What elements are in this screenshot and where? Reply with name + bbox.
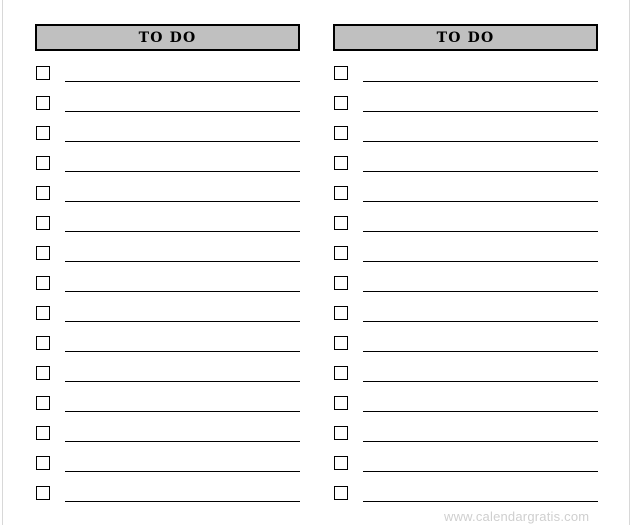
- task-row: [35, 186, 300, 216]
- task-row: [35, 66, 300, 96]
- task-write-line[interactable]: [363, 501, 598, 502]
- task-row: [333, 246, 598, 276]
- task-write-line[interactable]: [363, 381, 598, 382]
- column-title-left: TO DO: [138, 29, 197, 46]
- task-write-line[interactable]: [363, 141, 598, 142]
- task-write-line[interactable]: [65, 141, 300, 142]
- empty-checkbox-icon[interactable]: [36, 306, 50, 320]
- task-write-line[interactable]: [65, 501, 300, 502]
- task-write-line[interactable]: [363, 81, 598, 82]
- task-row: [333, 366, 598, 396]
- empty-checkbox-icon[interactable]: [334, 96, 348, 110]
- task-write-line[interactable]: [65, 471, 300, 472]
- task-row: [333, 396, 598, 426]
- empty-checkbox-icon[interactable]: [36, 456, 50, 470]
- empty-checkbox-icon[interactable]: [36, 426, 50, 440]
- empty-checkbox-icon[interactable]: [334, 306, 348, 320]
- task-write-line[interactable]: [363, 261, 598, 262]
- empty-checkbox-icon[interactable]: [334, 366, 348, 380]
- task-write-line[interactable]: [65, 291, 300, 292]
- column-header-right: TO DO: [333, 24, 598, 51]
- task-write-line[interactable]: [65, 81, 300, 82]
- task-write-line[interactable]: [363, 291, 598, 292]
- task-row: [333, 336, 598, 366]
- column-title-right: TO DO: [436, 29, 495, 46]
- task-write-line[interactable]: [363, 171, 598, 172]
- task-write-line[interactable]: [363, 441, 598, 442]
- empty-checkbox-icon[interactable]: [36, 366, 50, 380]
- task-list-left: [35, 66, 300, 516]
- todo-column-right: TO DO: [333, 24, 598, 502]
- task-write-line[interactable]: [65, 411, 300, 412]
- task-write-line[interactable]: [65, 111, 300, 112]
- empty-checkbox-icon[interactable]: [36, 126, 50, 140]
- task-row: [35, 156, 300, 186]
- empty-checkbox-icon[interactable]: [36, 66, 50, 80]
- empty-checkbox-icon[interactable]: [334, 456, 348, 470]
- task-row: [35, 306, 300, 336]
- empty-checkbox-icon[interactable]: [334, 186, 348, 200]
- task-row: [333, 306, 598, 336]
- task-write-line[interactable]: [65, 381, 300, 382]
- task-write-line[interactable]: [65, 441, 300, 442]
- task-write-line[interactable]: [65, 171, 300, 172]
- empty-checkbox-icon[interactable]: [334, 426, 348, 440]
- task-row: [35, 396, 300, 426]
- task-write-line[interactable]: [65, 261, 300, 262]
- task-row: [35, 246, 300, 276]
- task-list-right: [333, 66, 598, 516]
- task-row: [35, 456, 300, 486]
- empty-checkbox-icon[interactable]: [334, 246, 348, 260]
- task-row: [333, 426, 598, 456]
- todo-column-left: TO DO: [35, 24, 300, 502]
- task-row: [35, 486, 300, 516]
- task-write-line[interactable]: [363, 471, 598, 472]
- empty-checkbox-icon[interactable]: [334, 216, 348, 230]
- task-row: [35, 276, 300, 306]
- column-header-left: TO DO: [35, 24, 300, 51]
- task-row: [35, 126, 300, 156]
- task-row: [35, 426, 300, 456]
- empty-checkbox-icon[interactable]: [334, 156, 348, 170]
- task-write-line[interactable]: [363, 321, 598, 322]
- empty-checkbox-icon[interactable]: [334, 396, 348, 410]
- todo-sheet: TO DO TO DO: [0, 0, 633, 525]
- empty-checkbox-icon[interactable]: [36, 486, 50, 500]
- task-row: [35, 366, 300, 396]
- empty-checkbox-icon[interactable]: [36, 216, 50, 230]
- task-write-line[interactable]: [363, 201, 598, 202]
- task-write-line[interactable]: [65, 231, 300, 232]
- task-write-line[interactable]: [363, 351, 598, 352]
- task-row: [333, 186, 598, 216]
- task-row: [333, 456, 598, 486]
- watermark: www.calendargratis.com: [444, 509, 590, 524]
- task-row: [333, 216, 598, 246]
- task-write-line[interactable]: [363, 111, 598, 112]
- task-write-line[interactable]: [363, 231, 598, 232]
- empty-checkbox-icon[interactable]: [36, 186, 50, 200]
- empty-checkbox-icon[interactable]: [334, 126, 348, 140]
- task-row: [35, 96, 300, 126]
- empty-checkbox-icon[interactable]: [334, 336, 348, 350]
- task-write-line[interactable]: [65, 201, 300, 202]
- empty-checkbox-icon[interactable]: [334, 486, 348, 500]
- task-write-line[interactable]: [65, 321, 300, 322]
- task-row: [333, 96, 598, 126]
- empty-checkbox-icon[interactable]: [36, 246, 50, 260]
- task-row: [333, 156, 598, 186]
- task-write-line[interactable]: [65, 351, 300, 352]
- task-row: [333, 66, 598, 96]
- empty-checkbox-icon[interactable]: [36, 396, 50, 410]
- empty-checkbox-icon[interactable]: [36, 276, 50, 290]
- task-row: [35, 216, 300, 246]
- empty-checkbox-icon[interactable]: [334, 276, 348, 290]
- task-row: [35, 336, 300, 366]
- task-row: [333, 126, 598, 156]
- task-write-line[interactable]: [363, 411, 598, 412]
- empty-checkbox-icon[interactable]: [334, 66, 348, 80]
- empty-checkbox-icon[interactable]: [36, 156, 50, 170]
- empty-checkbox-icon[interactable]: [36, 96, 50, 110]
- task-row: [333, 276, 598, 306]
- empty-checkbox-icon[interactable]: [36, 336, 50, 350]
